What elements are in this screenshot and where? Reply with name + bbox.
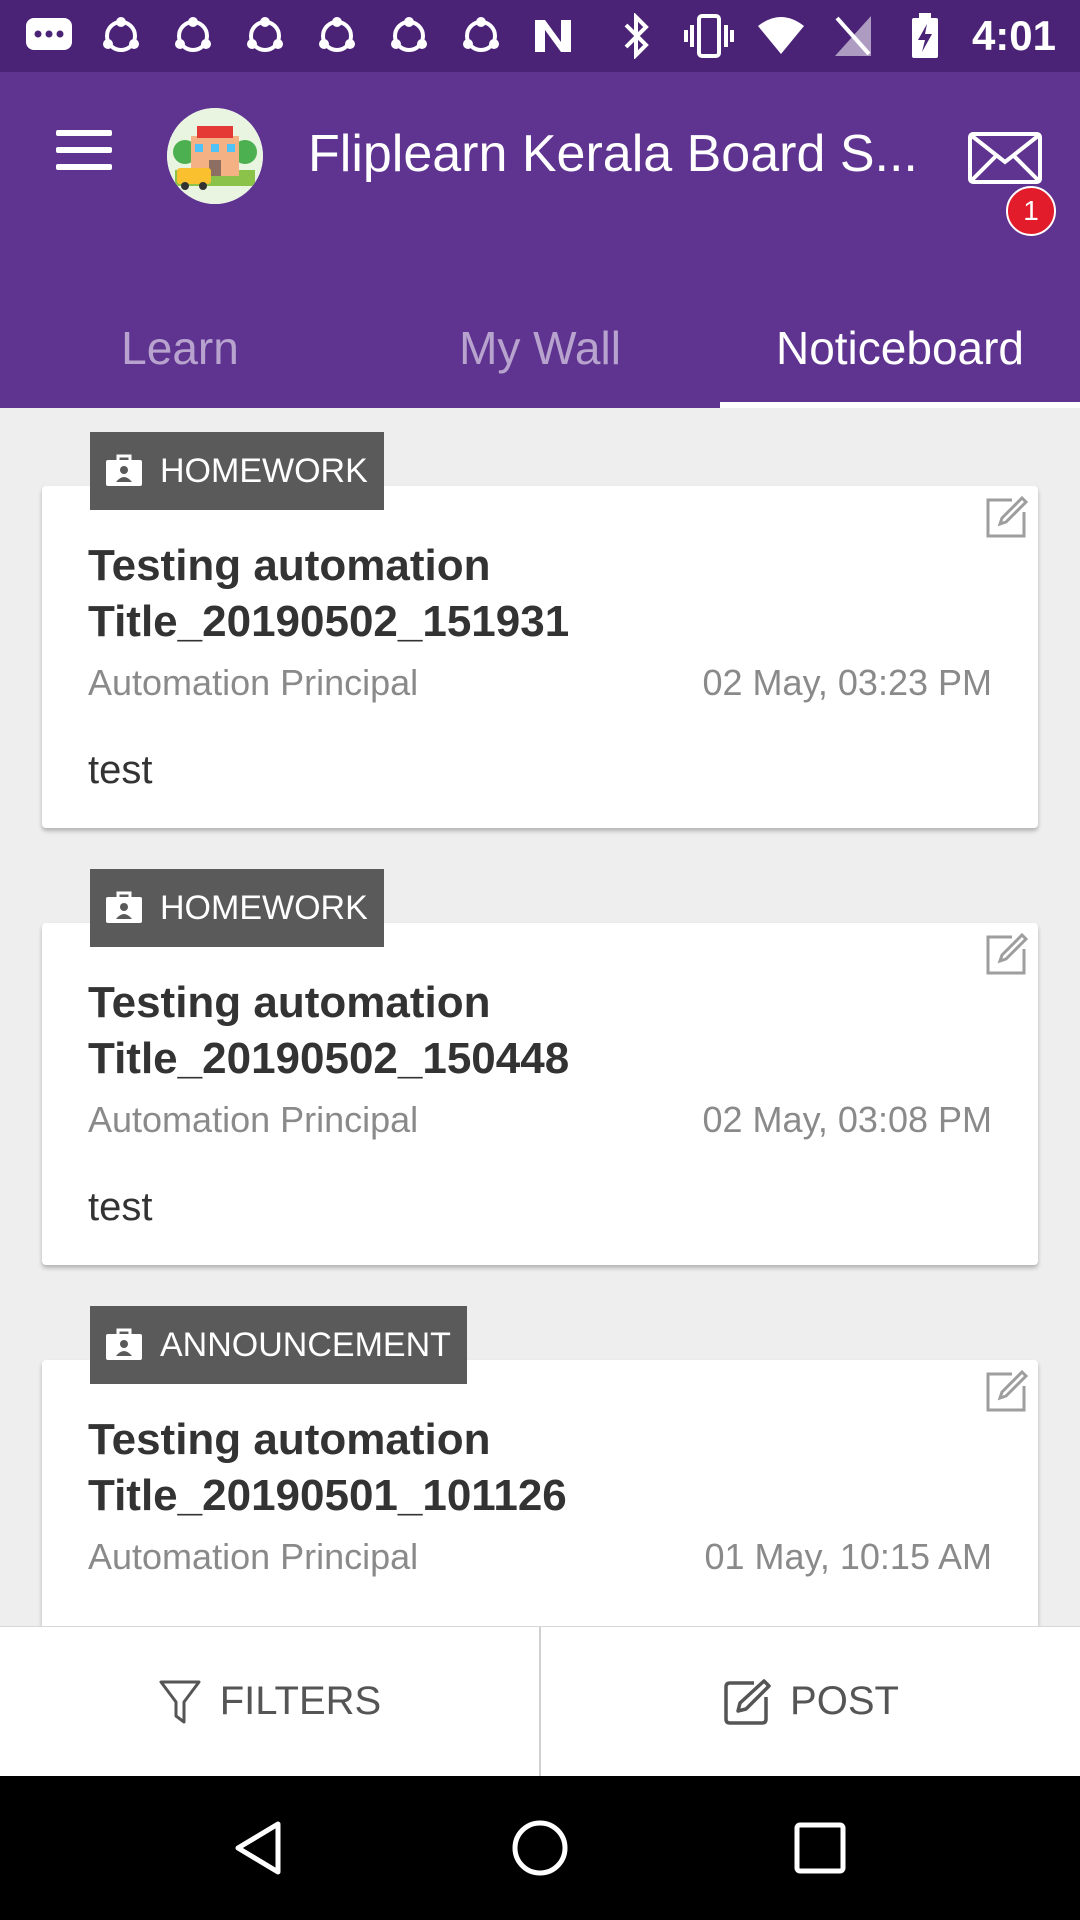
notice-title: Testing automation Title_20190501_101126 (88, 1415, 567, 1520)
wifi-icon (756, 11, 806, 61)
group-icon (96, 11, 146, 61)
notice-card[interactable]: Testing automation Title_20190501_101126… (42, 1360, 1038, 1626)
group-icon (384, 11, 434, 61)
home-button[interactable] (500, 1808, 580, 1888)
recents-icon (794, 1822, 846, 1874)
category-tag: HOMEWORK (90, 432, 384, 510)
messages-icon (24, 11, 74, 61)
notification-icons (24, 11, 578, 61)
notice-body: test (88, 1185, 153, 1229)
category-tag: ANNOUNCEMENT (90, 1306, 467, 1384)
notice-author: Automation Principal (88, 1099, 419, 1140)
app-bar: Fliplearn Kerala Board S... 1 Learn My W… (0, 72, 1080, 408)
action-bar: FILTERS POST (0, 1626, 1080, 1776)
tab-noticeboard[interactable]: Noticeboard (720, 288, 1080, 408)
group-icon (168, 11, 218, 61)
notice-card[interactable]: Testing automation Title_20190502_151931… (42, 486, 1038, 828)
category-label: ANNOUNCEMENT (160, 1325, 451, 1364)
battery-charging-icon (900, 11, 950, 61)
recents-button[interactable] (780, 1808, 860, 1888)
notice-title: Testing automation Title_20190502_151931 (88, 541, 570, 646)
notice-date: 02 May, 03:08 PM (702, 1099, 992, 1140)
messages-button[interactable] (966, 122, 1046, 192)
notice-title: Testing automation Title_20190502_150448 (88, 978, 570, 1083)
notice-date: 01 May, 10:15 AM (704, 1536, 993, 1577)
group-icon (240, 11, 290, 61)
category-tag: HOMEWORK (90, 869, 384, 947)
clock: 4:01 (971, 12, 1056, 59)
notice-body: test (88, 748, 153, 792)
tab-learn[interactable]: Learn (0, 288, 360, 408)
no-sim-icon (828, 11, 878, 61)
notice-date: 02 May, 03:23 PM (702, 662, 992, 703)
tab-bar: Learn My Wall Noticeboard (0, 288, 1080, 408)
filters-label: FILTERS (219, 1679, 382, 1723)
system-nav-bar (0, 1776, 1080, 1920)
notice-feed[interactable]: Testing automation Title_20190502_151931… (0, 408, 1080, 1626)
group-icon (456, 11, 506, 61)
back-icon (235, 1821, 281, 1875)
system-icons: 4:01 (612, 11, 1056, 61)
notice-author: Automation Principal (88, 662, 419, 703)
nfc-icon (528, 11, 578, 61)
edit-icon[interactable] (982, 931, 1030, 979)
notice-author: Automation Principal (88, 1536, 419, 1577)
tab-my-wall[interactable]: My Wall (360, 288, 720, 408)
notification-badge: 1 (1006, 186, 1056, 236)
vibrate-icon (683, 11, 734, 61)
app-title: Fliplearn Kerala Board S... (308, 125, 918, 183)
edit-icon[interactable] (982, 494, 1030, 542)
compose-icon (724, 1678, 771, 1725)
category-icon (106, 1328, 142, 1360)
hamburger-menu-button[interactable] (40, 114, 128, 186)
category-icon (106, 891, 142, 923)
edit-icon[interactable] (982, 1368, 1030, 1416)
filter-icon (159, 1680, 201, 1723)
notice-card[interactable]: Testing automation Title_20190502_150448… (42, 923, 1038, 1265)
category-label: HOMEWORK (160, 888, 368, 927)
mail-icon (968, 132, 1042, 184)
category-icon (106, 454, 142, 486)
home-icon (512, 1820, 568, 1876)
post-button[interactable]: POST (539, 1627, 1080, 1776)
bluetooth-icon (612, 11, 662, 61)
back-button[interactable] (220, 1808, 300, 1888)
post-label: POST (790, 1679, 899, 1723)
group-icon (312, 11, 362, 61)
filters-button[interactable]: FILTERS (0, 1627, 539, 1776)
category-label: HOMEWORK (160, 451, 368, 490)
school-logo[interactable] (167, 108, 263, 204)
status-bar: 4:01 (0, 0, 1080, 72)
